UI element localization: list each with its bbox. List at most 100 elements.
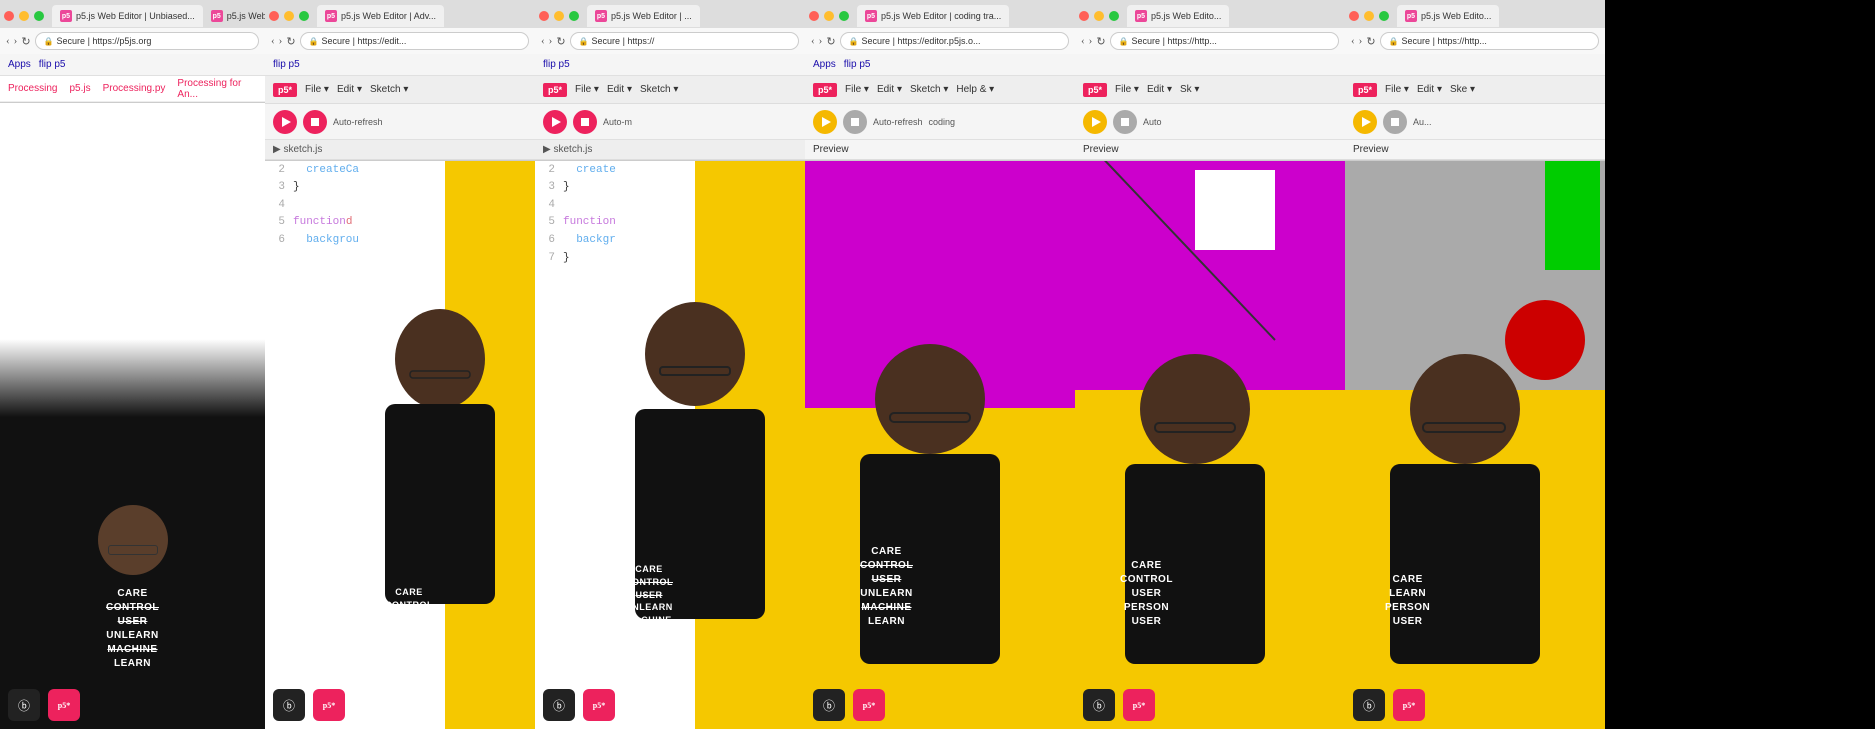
url-bar-1[interactable]: 🔒 Secure | https://p5js.org — [35, 32, 259, 50]
close-button-5[interactable] — [1079, 11, 1089, 21]
menu-file-2[interactable]: File ▾ — [305, 84, 329, 95]
tab-active-4[interactable]: p5 p5.js Web Editor | coding tra... — [857, 5, 1009, 27]
play-button-2[interactable] — [273, 110, 297, 134]
minimize-button-3[interactable] — [554, 11, 564, 21]
back-button-5[interactable]: ‹ — [1081, 35, 1085, 47]
tab-inactive-1[interactable]: p5 p5.js Web Editor | N... — [203, 5, 265, 27]
back-button-2[interactable]: ‹ — [271, 35, 275, 47]
menu-ske-6[interactable]: Ske ▾ — [1450, 84, 1475, 95]
person-5: CARE CONTROL USER PERSON USER — [1075, 339, 1345, 729]
stop-button-2[interactable] — [303, 110, 327, 134]
close-button-6[interactable] — [1349, 11, 1359, 21]
back-button-3[interactable]: ‹ — [541, 35, 545, 47]
menu-edit-5[interactable]: Edit ▾ — [1147, 84, 1172, 95]
minimize-button[interactable] — [19, 11, 29, 21]
play-button-6[interactable] — [1353, 110, 1377, 134]
maximize-button-4[interactable] — [839, 11, 849, 21]
flip-p5-bookmark-2[interactable]: flip p5 — [273, 59, 300, 70]
apps-bookmark-4[interactable]: Apps — [813, 59, 836, 70]
minimize-button-2[interactable] — [284, 11, 294, 21]
back-button[interactable]: ‹ — [6, 35, 10, 47]
url-bar-3[interactable]: 🔒 Secure | https:// — [570, 32, 799, 50]
stop-button-4[interactable] — [843, 110, 867, 134]
p5-favicon-6: p5 — [1405, 10, 1417, 22]
menu-file-3[interactable]: File ▾ — [575, 84, 599, 95]
refresh-button-2[interactable]: ↻ — [286, 35, 295, 48]
browser-chrome-1: p5 p5.js Web Editor | Unbiased... p5 p5.… — [0, 0, 265, 103]
browser-chrome-3: p5 p5.js Web Editor | ... ‹ › ↻ 🔒 Secure… — [535, 0, 805, 161]
maximize-button-2[interactable] — [299, 11, 309, 21]
menu-help-4[interactable]: Help & ▾ — [956, 84, 994, 95]
menu-file-5[interactable]: File ▾ — [1115, 84, 1139, 95]
p5-menu-bar-4: p5* File ▾ Edit ▾ Sketch ▾ Help & ▾ — [805, 76, 1075, 104]
close-button-4[interactable] — [809, 11, 819, 21]
forward-button-6[interactable]: › — [1359, 35, 1363, 47]
close-button-2[interactable] — [269, 11, 279, 21]
traffic-lights-2 — [269, 11, 309, 21]
sketch-filename-3: sketch.js — [553, 144, 592, 155]
menu-sketch-2[interactable]: Sketch ▾ — [370, 84, 408, 95]
stop-button-5[interactable] — [1113, 110, 1137, 134]
panel-2: p5 p5.js Web Editor | Adv... ‹ › ↻ 🔒 Sec… — [265, 0, 535, 729]
maximize-button-5[interactable] — [1109, 11, 1119, 21]
refresh-button-4[interactable]: ↻ — [826, 35, 835, 48]
menu-file-6[interactable]: File ▾ — [1385, 84, 1409, 95]
play-button-5[interactable] — [1083, 110, 1107, 134]
shirt-text-4: CARE CONTROL USER UNLEARN MACHINE LEARN — [860, 545, 913, 629]
tab-active-6[interactable]: p5 p5.js Web Edito... — [1397, 5, 1499, 27]
menu-edit-6[interactable]: Edit ▾ — [1417, 84, 1442, 95]
tab-active-3[interactable]: p5 p5.js Web Editor | ... — [587, 5, 700, 27]
menu-edit-4[interactable]: Edit ▾ — [877, 84, 902, 95]
forward-button[interactable]: › — [14, 35, 18, 47]
refresh-button-5[interactable]: ↻ — [1096, 35, 1105, 48]
lock-icon-3: 🔒 — [579, 37, 589, 46]
apps-bookmark[interactable]: Apps — [8, 59, 31, 70]
minimize-button-5[interactable] — [1094, 11, 1104, 21]
traffic-lights-4 — [809, 11, 849, 21]
minimize-button-4[interactable] — [824, 11, 834, 21]
p5js-link[interactable]: p5.js — [69, 83, 90, 94]
traffic-lights-3 — [539, 11, 579, 21]
menu-sketch-4[interactable]: Sketch ▾ — [910, 84, 948, 95]
tab-active-1[interactable]: p5 p5.js Web Editor | Unbiased... — [52, 5, 203, 27]
processing-py-link[interactable]: Processing.py — [103, 83, 166, 94]
menu-sketch-3[interactable]: Sketch ▾ — [640, 84, 678, 95]
url-bar-5[interactable]: 🔒 Secure | https://http... — [1110, 32, 1339, 50]
stop-button-3[interactable] — [573, 110, 597, 134]
play-icon-5 — [1092, 117, 1101, 127]
play-button-4[interactable] — [813, 110, 837, 134]
processing-an-link[interactable]: Processing for An... — [177, 78, 257, 100]
url-bar-2[interactable]: 🔒 Secure | https://edit... — [300, 32, 529, 50]
p5-menu-bar-3: p5* File ▾ Edit ▾ Sketch ▾ — [535, 76, 805, 104]
close-button[interactable] — [4, 11, 14, 21]
url-text-3: https:// — [627, 36, 654, 46]
menu-file-4[interactable]: File ▾ — [845, 84, 869, 95]
refresh-button-6[interactable]: ↻ — [1366, 35, 1375, 48]
forward-button-5[interactable]: › — [1089, 35, 1093, 47]
back-button-4[interactable]: ‹ — [811, 35, 815, 47]
play-button-3[interactable] — [543, 110, 567, 134]
stop-button-6[interactable] — [1383, 110, 1407, 134]
refresh-button-3[interactable]: ↻ — [556, 35, 565, 48]
menu-sk-5[interactable]: Sk ▾ — [1180, 84, 1199, 95]
close-button-3[interactable] — [539, 11, 549, 21]
minimize-button-6[interactable] — [1364, 11, 1374, 21]
forward-button-4[interactable]: › — [819, 35, 823, 47]
back-button-6[interactable]: ‹ — [1351, 35, 1355, 47]
forward-button-3[interactable]: › — [549, 35, 553, 47]
maximize-button-3[interactable] — [569, 11, 579, 21]
tab-active-2[interactable]: p5 p5.js Web Editor | Adv... — [317, 5, 444, 27]
flip-p5-bookmark-4[interactable]: flip p5 — [844, 59, 871, 70]
flip-p5-bookmark[interactable]: flip p5 — [39, 59, 66, 70]
maximize-button-6[interactable] — [1379, 11, 1389, 21]
processing-link[interactable]: Processing — [8, 83, 57, 94]
url-bar-4[interactable]: 🔒 Secure | https://editor.p5js.o... — [840, 32, 1069, 50]
tab-active-5[interactable]: p5 p5.js Web Edito... — [1127, 5, 1229, 27]
url-bar-6[interactable]: 🔒 Secure | https://http... — [1380, 32, 1599, 50]
menu-edit-2[interactable]: Edit ▾ — [337, 84, 362, 95]
maximize-button[interactable] — [34, 11, 44, 21]
forward-button-2[interactable]: › — [279, 35, 283, 47]
menu-edit-3[interactable]: Edit ▾ — [607, 84, 632, 95]
flip-p5-bookmark-3[interactable]: flip p5 — [543, 59, 570, 70]
refresh-button[interactable]: ↻ — [21, 35, 30, 48]
